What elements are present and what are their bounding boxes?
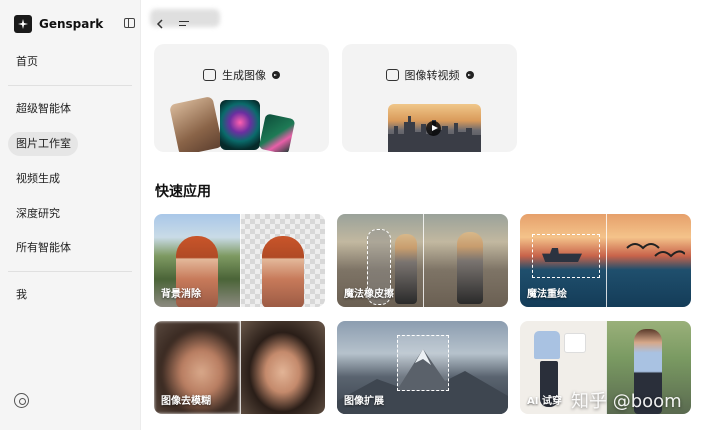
- tile-label: 背景消除: [161, 289, 201, 300]
- magic-eraser-tile[interactable]: 魔法橡皮擦: [337, 214, 508, 307]
- video-icon: [385, 69, 399, 81]
- menu-icon[interactable]: [179, 21, 189, 29]
- sidebar-item-home[interactable]: 首页: [8, 50, 133, 74]
- sidebar-divider: [8, 271, 132, 272]
- birds-icon: [626, 243, 685, 258]
- sidebar-divider: [8, 85, 132, 86]
- woman-figure: [395, 234, 417, 304]
- removed-background-photo: [239, 214, 325, 307]
- woman-figure: [457, 232, 483, 304]
- image-to-video-card[interactable]: 图像转视频: [342, 44, 517, 152]
- settings-icon[interactable]: [14, 393, 29, 408]
- quick-apps-title: 快速应用: [155, 184, 211, 200]
- tile-label: AI 试穿: [527, 396, 562, 407]
- sidebar-item-video-generation[interactable]: 视频生成: [8, 167, 133, 191]
- image-to-video-label: 图像转视频: [404, 69, 460, 82]
- arrow-right-icon: [272, 71, 280, 79]
- sidebar-item-me[interactable]: 我: [8, 283, 133, 307]
- image-deblur-tile[interactable]: 图像去模糊: [154, 321, 325, 414]
- sharp-portrait: [239, 321, 325, 414]
- play-button-icon[interactable]: [426, 121, 441, 136]
- brand-name: Genspark: [39, 17, 104, 31]
- arrow-right-icon: [465, 71, 474, 79]
- sidebar-collapse-icon[interactable]: [124, 18, 135, 28]
- city-video-thumbnail: [388, 104, 481, 152]
- generate-image-label: 生成图像: [222, 69, 266, 82]
- portrait-thumbnail: [169, 95, 223, 152]
- image-expand-tile[interactable]: 图像扩展: [337, 321, 508, 414]
- art-thumbnail: [258, 113, 296, 152]
- expand-selection-box: [397, 335, 449, 391]
- generate-image-card[interactable]: 生成图像: [154, 44, 329, 152]
- tile-label: 魔法橡皮擦: [344, 289, 394, 300]
- sidebar-item-deep-research[interactable]: 深度研究: [8, 202, 133, 226]
- chevron-left-icon[interactable]: [155, 19, 165, 29]
- tile-label: 图像去模糊: [161, 396, 211, 407]
- genspark-logo-icon: [14, 15, 32, 33]
- sidebar-item-super-agent[interactable]: 超级智能体: [8, 97, 133, 121]
- watermark: 知乎 @boom: [571, 391, 682, 412]
- background-removal-tile[interactable]: 背景消除: [154, 214, 325, 307]
- sidebar-item-image-studio[interactable]: 图片工作室: [8, 132, 78, 156]
- brand[interactable]: Genspark: [14, 14, 103, 34]
- tile-label: 图像扩展: [344, 396, 384, 407]
- abstract-thumbnail: [220, 100, 260, 150]
- sidebar: Genspark 首页 超级智能体 图片工作室 视频生成 深度研究 所有智能体 …: [0, 0, 141, 430]
- magic-repaint-tile[interactable]: 魔法重绘: [520, 214, 691, 307]
- sidebar-item-all-agents[interactable]: 所有智能体: [8, 236, 133, 260]
- tile-label: 魔法重绘: [527, 289, 567, 300]
- image-generate-icon: [203, 69, 216, 81]
